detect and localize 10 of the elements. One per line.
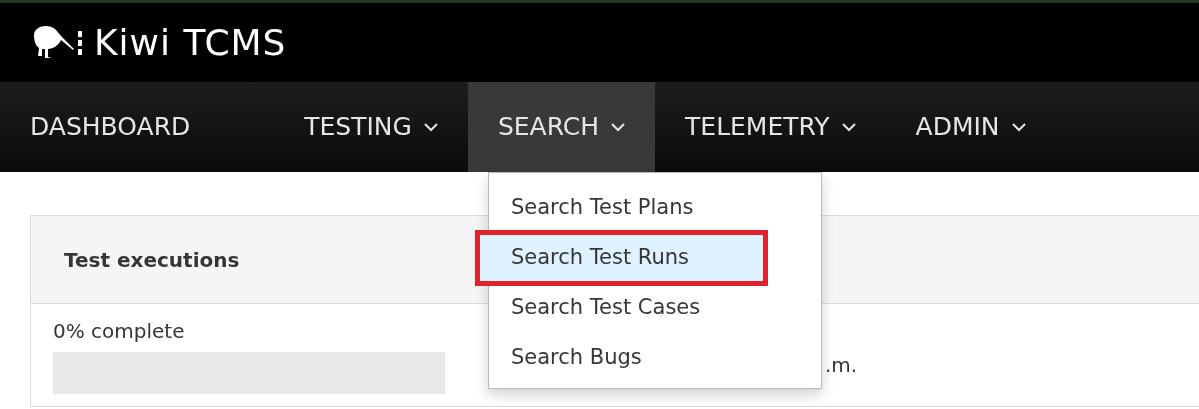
- nav-tab[interactable]: ADMIN: [885, 82, 1056, 172]
- menu-item[interactable]: Search Bugs: [489, 333, 821, 383]
- progress-label: 0% complete: [53, 318, 186, 345]
- nav-tab[interactable]: DASHBOARD: [0, 82, 221, 172]
- date-text: .m.: [825, 352, 858, 379]
- nav-tab[interactable]: TELEMETRY: [655, 82, 886, 172]
- nav-tab[interactable]: SEARCH: [467, 82, 656, 172]
- brand-name[interactable]: Kiwi TCMS: [94, 15, 287, 70]
- nav-tab[interactable]: TESTING: [274, 82, 468, 172]
- menu-item[interactable]: Search Test Runs: [475, 230, 768, 286]
